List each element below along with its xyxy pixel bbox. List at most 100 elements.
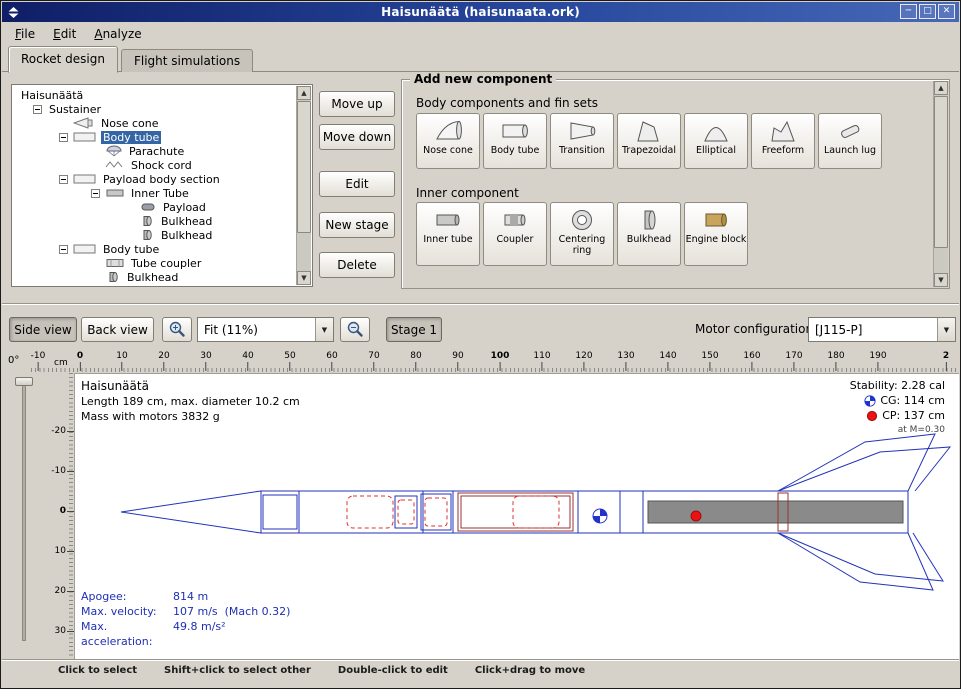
tree-item-nose-cone[interactable]: Nose cone [13, 116, 296, 130]
tree-item-shock-cord[interactable]: Shock cord [13, 158, 296, 172]
minimize-icon[interactable]: ─ [900, 4, 917, 19]
rotation-angle-label: 0° [8, 355, 19, 366]
rocket-diagram-area: 0° -10 0 10 20 30 40 50 60 70 80 90 100 … [2, 349, 959, 659]
window-menu-icon[interactable] [7, 6, 20, 19]
scrollbar-up-icon[interactable]: ▲ [934, 81, 948, 95]
inner-tube-icon [105, 187, 125, 199]
body-tube-icon [73, 131, 97, 143]
new-stage-button[interactable]: New stage [319, 212, 395, 238]
scrollbar-thumb[interactable] [297, 101, 311, 233]
menu-edit[interactable]: Edit [44, 24, 85, 44]
add-launch-lug-button[interactable]: Launch lug [818, 113, 882, 169]
cp-value: CP: 137 cm [882, 408, 945, 423]
maximize-icon[interactable]: □ [919, 4, 936, 19]
add-nose-cone-button[interactable]: Nose cone [416, 113, 480, 169]
apogee-value: 814 m [173, 589, 208, 604]
body-tube-icon [73, 243, 97, 255]
chevron-down-icon[interactable]: ▼ [315, 318, 333, 341]
max-acceleration-value: 49.8 m/s² [173, 619, 226, 649]
tree-item-tube-coupler[interactable]: Tube coupler [13, 256, 296, 270]
add-component-panel: Add new component Body components and fi… [401, 79, 950, 289]
add-coupler-button[interactable]: Coupler [483, 202, 547, 266]
motor-configuration-select[interactable]: [J115-P] ▼ [808, 317, 956, 342]
add-trapezoidal-fin-button[interactable]: Trapezoidal [617, 113, 681, 169]
cg-symbol-icon [864, 395, 876, 407]
close-icon[interactable]: ✕ [938, 4, 955, 19]
tree-item-sustainer[interactable]: Sustainer [13, 102, 296, 116]
delete-button[interactable]: Delete [319, 252, 395, 278]
component-tree: Haisunäätä Sustainer Nose cone Body tube… [13, 86, 296, 285]
collapse-icon[interactable] [91, 189, 100, 198]
tree-item-inner-tube[interactable]: Inner Tube [13, 186, 296, 200]
move-down-button[interactable]: Move down [319, 124, 395, 150]
max-acceleration-label: Max. acceleration: [81, 619, 173, 649]
add-inner-tube-button[interactable]: Inner tube [416, 202, 480, 266]
tab-rocket-design[interactable]: Rocket design [8, 46, 118, 73]
cp-marker [691, 511, 701, 521]
add-transition-button[interactable]: Transition [550, 113, 614, 169]
tree-item-bulkhead[interactable]: Bulkhead [13, 228, 296, 242]
tree-item-body-tube-aft[interactable]: Body tube [13, 242, 296, 256]
status-bar: Click to select Shift+click to select ot… [2, 659, 959, 681]
rocket-mass: Mass with motors 3832 g [81, 409, 300, 424]
tabstrip: Rocket design Flight simulations [2, 45, 959, 72]
hint-click-drag: Click+drag to move [475, 665, 585, 676]
titlebar: Haisunäätä (haisunaata.ork) ─ □ ✕ [2, 2, 959, 22]
bulkhead-icon [634, 205, 664, 235]
component-tree-panel: Haisunäätä Sustainer Nose cone Body tube… [11, 84, 313, 287]
menu-file[interactable]: File [6, 24, 44, 44]
tree-item-bulkhead[interactable]: Bulkhead [13, 270, 296, 284]
move-up-button[interactable]: Move up [319, 91, 395, 117]
horizontal-ruler: -10 0 10 20 30 40 50 60 70 80 90 100 110… [31, 349, 959, 373]
add-elliptical-fin-button[interactable]: Elliptical [684, 113, 748, 169]
collapse-icon[interactable] [59, 133, 68, 142]
fin-shape [778, 447, 950, 491]
bulkhead-icon [105, 271, 121, 283]
collapse-icon[interactable] [33, 105, 42, 114]
scrollbar-thumb[interactable] [934, 96, 948, 248]
add-engine-block-button[interactable]: Engine block [684, 202, 748, 266]
zoom-in-button[interactable] [162, 317, 192, 342]
stage-1-toggle[interactable]: Stage 1 [386, 317, 442, 342]
rocket-canvas[interactable]: Haisunäätä Length 189 cm, max. diameter … [74, 373, 959, 659]
launch-lug-icon [835, 116, 865, 146]
add-body-tube-button[interactable]: Body tube [483, 113, 547, 169]
add-centering-ring-button[interactable]: Centering ring [550, 202, 614, 266]
tab-flight-simulations[interactable]: Flight simulations [121, 49, 253, 72]
zoom-out-button[interactable] [340, 317, 370, 342]
ruler-unit-label: cm [54, 358, 68, 368]
parachute-icon [105, 145, 123, 157]
fin-shape [778, 533, 933, 590]
scrollbar-up-icon[interactable]: ▲ [297, 86, 311, 100]
max-velocity-value: 107 m/s (Mach 0.32) [173, 604, 290, 619]
tree-scrollbar[interactable]: ▲ ▼ [296, 86, 311, 285]
payload-icon [139, 201, 157, 213]
zoom-select[interactable]: Fit (11%) ▼ [197, 317, 334, 342]
window-title: Haisunäätä (haisunaata.ork) [2, 5, 959, 19]
flight-stats-block: Apogee:814 m Max. velocity:107 m/s (Mach… [81, 589, 290, 649]
hint-click-to-select: Click to select [58, 665, 137, 676]
tree-item-rocket[interactable]: Haisunäätä [13, 88, 296, 102]
magnifier-zoom-out-icon [346, 320, 364, 338]
rotation-slider-thumb[interactable] [15, 377, 33, 386]
back-view-button[interactable]: Back view [81, 317, 154, 342]
edit-button[interactable]: Edit [319, 171, 395, 197]
rotation-slider[interactable] [22, 381, 26, 641]
menu-analyze[interactable]: Analyze [85, 24, 150, 44]
collapse-icon[interactable] [59, 175, 68, 184]
cg-value: CG: 114 cm [880, 393, 945, 408]
nose-cone-icon [433, 116, 463, 146]
scrollbar-down-icon[interactable]: ▼ [297, 271, 311, 285]
add-panel-scrollbar[interactable]: ▲ ▼ [933, 81, 948, 287]
tree-item-bulkhead[interactable]: Bulkhead [13, 214, 296, 228]
tree-item-body-tube[interactable]: Body tube [13, 130, 296, 144]
collapse-icon[interactable] [59, 245, 68, 254]
chevron-down-icon[interactable]: ▼ [937, 318, 955, 341]
add-bulkhead-button[interactable]: Bulkhead [617, 202, 681, 266]
tree-item-parachute[interactable]: Parachute [13, 144, 296, 158]
add-freeform-fin-button[interactable]: Freeform [751, 113, 815, 169]
tree-item-payload[interactable]: Payload [13, 200, 296, 214]
scrollbar-down-icon[interactable]: ▼ [934, 273, 948, 287]
tree-item-payload-body-section[interactable]: Payload body section [13, 172, 296, 186]
side-view-button[interactable]: Side view [9, 317, 77, 342]
